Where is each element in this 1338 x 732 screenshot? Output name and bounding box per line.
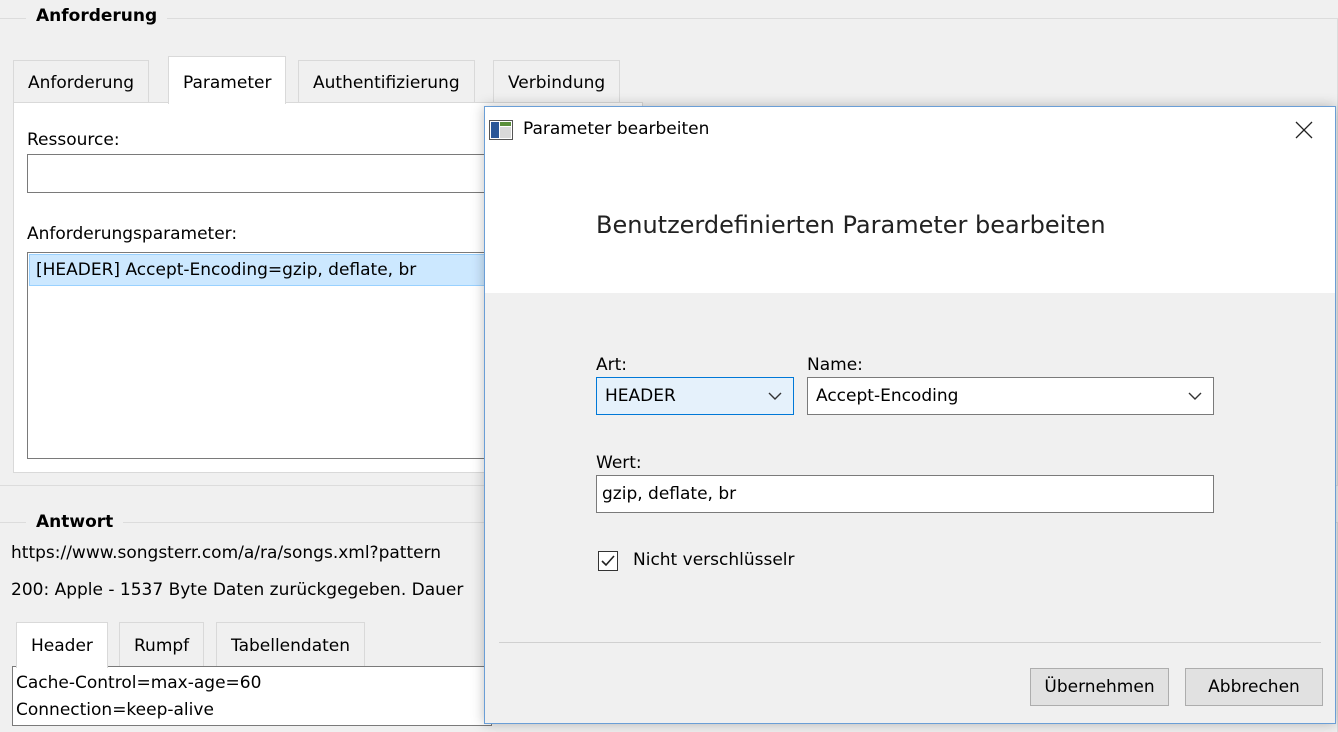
list-item[interactable]: [HEADER] Accept-Encoding=gzip, deflate, … bbox=[29, 254, 495, 286]
encrypt-checkbox-label[interactable]: Nicht verschlüsselr bbox=[633, 550, 795, 570]
dialog-heading: Benutzerdefinierten Parameter bearbeiten bbox=[596, 211, 1106, 239]
dialog-divider bbox=[499, 642, 1321, 643]
resource-input[interactable] bbox=[27, 154, 497, 193]
tab-authentifizierung[interactable]: Authentifizierung bbox=[298, 60, 475, 103]
list-item: Connection=keep-alive bbox=[16, 700, 214, 720]
request-group-title: Anforderung bbox=[26, 6, 168, 26]
name-label: Name: bbox=[807, 355, 863, 375]
cancel-button-label: Abbrechen bbox=[1208, 677, 1300, 697]
edit-parameter-dialog: Parameter bearbeiten Benutzerdefinierten… bbox=[484, 106, 1336, 724]
value-label: Wert: bbox=[596, 453, 642, 473]
header-list[interactable]: Cache-Control=max-age=60 Connection=keep… bbox=[12, 666, 492, 726]
params-label: Anforderungsparameter: bbox=[27, 224, 238, 244]
type-select-value: HEADER bbox=[605, 386, 676, 406]
dialog-title: Parameter bearbeiten bbox=[523, 119, 710, 139]
response-url: https://www.songsterr.com/a/ra/songs.xml… bbox=[11, 543, 442, 563]
type-select[interactable]: HEADER bbox=[596, 377, 794, 415]
value-input-text: gzip, deflate, br bbox=[602, 484, 737, 504]
dialog-header-area: Benutzerdefinierten Parameter bearbeiten bbox=[485, 153, 1335, 293]
dialog-titlebar[interactable]: Parameter bearbeiten bbox=[485, 107, 1335, 153]
apply-button-label: Übernehmen bbox=[1044, 677, 1155, 697]
window-app-icon bbox=[489, 120, 513, 140]
tab-anforderung[interactable]: Anforderung bbox=[13, 60, 150, 103]
resource-label: Ressource: bbox=[27, 130, 120, 150]
cancel-button[interactable]: Abbrechen bbox=[1185, 668, 1323, 706]
chevron-down-icon bbox=[1187, 388, 1203, 404]
type-label: Art: bbox=[596, 355, 628, 375]
tab-header[interactable]: Header bbox=[16, 622, 108, 668]
tab-parameter[interactable]: Parameter bbox=[168, 56, 287, 104]
name-select-value: Accept-Encoding bbox=[816, 386, 959, 406]
response-status: 200: Apple - 1537 Byte Daten zurückgegeb… bbox=[11, 580, 464, 600]
encrypt-checkbox[interactable] bbox=[598, 551, 618, 571]
tab-rumpf[interactable]: Rumpf bbox=[119, 622, 205, 667]
apply-button[interactable]: Übernehmen bbox=[1030, 668, 1169, 706]
tab-tabellendaten[interactable]: Tabellendaten bbox=[216, 622, 366, 667]
chevron-down-icon bbox=[767, 388, 783, 404]
name-select[interactable]: Accept-Encoding bbox=[807, 377, 1214, 415]
params-listbox[interactable]: [HEADER] Accept-Encoding=gzip, deflate, … bbox=[27, 252, 497, 459]
close-icon[interactable] bbox=[1293, 119, 1315, 141]
list-item: Cache-Control=max-age=60 bbox=[16, 673, 262, 693]
value-input[interactable]: gzip, deflate, br bbox=[596, 475, 1214, 513]
response-group-title: Antwort bbox=[26, 512, 124, 532]
tab-verbindung[interactable]: Verbindung bbox=[493, 60, 621, 103]
